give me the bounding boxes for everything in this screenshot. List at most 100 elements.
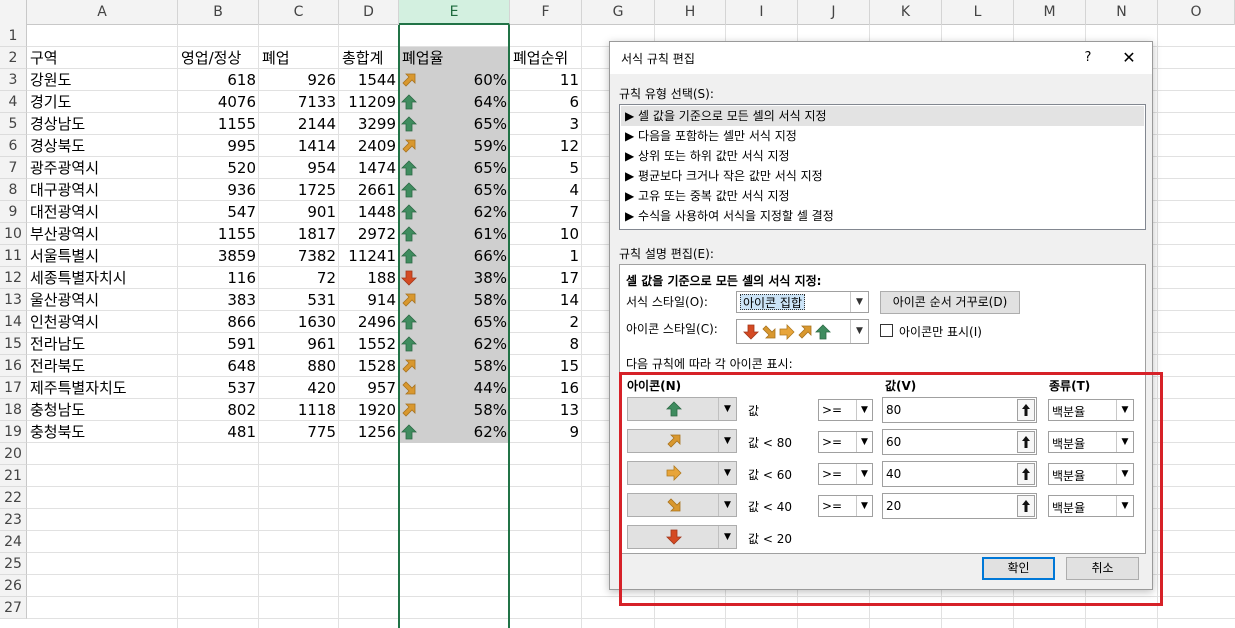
column-header-K[interactable]: K [870, 0, 942, 25]
region-cell[interactable]: 대전광역시 [27, 201, 178, 223]
column-header-J[interactable]: J [798, 0, 870, 25]
row-header-16[interactable]: 16 [0, 355, 27, 377]
closure-rank-cell[interactable]: 1 [510, 245, 582, 267]
closure-rank-cell[interactable]: 2 [510, 311, 582, 333]
open-count-cell[interactable]: 648 [178, 355, 259, 377]
region-cell[interactable]: 경상북도 [27, 135, 178, 157]
column-header-D[interactable]: D [339, 0, 399, 25]
total-cell[interactable]: 11209 [339, 91, 399, 113]
row-header-9[interactable]: 9 [0, 201, 27, 223]
icon-only-checkbox[interactable] [880, 324, 893, 337]
row-header-3[interactable]: 3 [0, 69, 27, 91]
column-header-I[interactable]: I [726, 0, 798, 25]
total-cell[interactable]: 2496 [339, 311, 399, 333]
total-cell[interactable]: 11241 [339, 245, 399, 267]
rule-type-item[interactable]: ▶ 평균보다 크거나 작은 값만 서식 지정 [621, 166, 1144, 186]
total-cell[interactable]: 2972 [339, 223, 399, 245]
open-count-cell[interactable]: 802 [178, 399, 259, 421]
total-cell[interactable]: 1448 [339, 201, 399, 223]
closed-count-cell[interactable]: 775 [259, 421, 339, 443]
row-header-8[interactable]: 8 [0, 179, 27, 201]
row-header-26[interactable]: 26 [0, 575, 27, 597]
region-cell[interactable]: 충청남도 [27, 399, 178, 421]
total-cell[interactable]: 1920 [339, 399, 399, 421]
column-header-G[interactable]: G [582, 0, 655, 25]
open-count-cell[interactable]: 866 [178, 311, 259, 333]
header-cell[interactable]: 영업/정상 [178, 47, 259, 69]
region-cell[interactable]: 대구광역시 [27, 179, 178, 201]
total-cell[interactable]: 3299 [339, 113, 399, 135]
region-cell[interactable]: 전라남도 [27, 333, 178, 355]
closure-rank-cell[interactable]: 4 [510, 179, 582, 201]
row-header-11[interactable]: 11 [0, 245, 27, 267]
open-count-cell[interactable]: 591 [178, 333, 259, 355]
closure-rank-cell[interactable]: 3 [510, 113, 582, 135]
closed-count-cell[interactable]: 7133 [259, 91, 339, 113]
region-cell[interactable]: 부산광역시 [27, 223, 178, 245]
column-header-B[interactable]: B [178, 0, 259, 25]
rule-type-item[interactable]: ▶ 상위 또는 하위 값만 서식 지정 [621, 146, 1144, 166]
open-count-cell[interactable]: 481 [178, 421, 259, 443]
closed-count-cell[interactable]: 1725 [259, 179, 339, 201]
column-header-A[interactable]: A [27, 0, 178, 25]
header-cell[interactable]: 폐업순위 [510, 47, 582, 69]
region-cell[interactable]: 광주광역시 [27, 157, 178, 179]
select-all-corner[interactable] [0, 0, 27, 25]
open-count-cell[interactable]: 537 [178, 377, 259, 399]
open-count-cell[interactable]: 3859 [178, 245, 259, 267]
open-count-cell[interactable]: 1155 [178, 223, 259, 245]
closed-count-cell[interactable]: 954 [259, 157, 339, 179]
open-count-cell[interactable]: 520 [178, 157, 259, 179]
close-button[interactable]: ✕ [1115, 45, 1143, 71]
column-header-N[interactable]: N [1086, 0, 1158, 25]
total-cell[interactable]: 2661 [339, 179, 399, 201]
closed-count-cell[interactable]: 901 [259, 201, 339, 223]
row-header-4[interactable]: 4 [0, 91, 27, 113]
region-cell[interactable]: 서울특별시 [27, 245, 178, 267]
open-count-cell[interactable]: 383 [178, 289, 259, 311]
region-cell[interactable]: 세종특별자치시 [27, 267, 178, 289]
closure-rank-cell[interactable]: 12 [510, 135, 582, 157]
rule-type-item[interactable]: ▶ 수식을 사용하여 서식을 지정할 셀 결정 [621, 206, 1144, 226]
rule-type-listbox[interactable]: ▶ 셀 값을 기준으로 모든 셀의 서식 지정 ▶ 다음을 포함하는 셀만 서식 … [619, 104, 1146, 230]
region-cell[interactable]: 충청북도 [27, 421, 178, 443]
open-count-cell[interactable]: 116 [178, 267, 259, 289]
row-header-23[interactable]: 23 [0, 509, 27, 531]
region-cell[interactable]: 경상남도 [27, 113, 178, 135]
open-count-cell[interactable]: 936 [178, 179, 259, 201]
row-header-19[interactable]: 19 [0, 421, 27, 443]
total-cell[interactable]: 914 [339, 289, 399, 311]
region-cell[interactable]: 제주특별자치도 [27, 377, 178, 399]
row-header-22[interactable]: 22 [0, 487, 27, 509]
closure-rank-cell[interactable]: 11 [510, 69, 582, 91]
row-header-1[interactable]: 1 [0, 25, 27, 47]
row-header-25[interactable]: 25 [0, 553, 27, 575]
total-cell[interactable]: 957 [339, 377, 399, 399]
closed-count-cell[interactable]: 420 [259, 377, 339, 399]
region-cell[interactable]: 울산광역시 [27, 289, 178, 311]
total-cell[interactable]: 1474 [339, 157, 399, 179]
closure-rank-cell[interactable]: 15 [510, 355, 582, 377]
open-count-cell[interactable]: 547 [178, 201, 259, 223]
column-header-H[interactable]: H [655, 0, 726, 25]
closure-rank-cell[interactable]: 13 [510, 399, 582, 421]
header-cell[interactable]: 폐업 [259, 47, 339, 69]
row-header-21[interactable]: 21 [0, 465, 27, 487]
open-count-cell[interactable]: 618 [178, 69, 259, 91]
open-count-cell[interactable]: 4076 [178, 91, 259, 113]
closure-rank-cell[interactable]: 5 [510, 157, 582, 179]
closed-count-cell[interactable]: 926 [259, 69, 339, 91]
closed-count-cell[interactable]: 1817 [259, 223, 339, 245]
row-header-5[interactable]: 5 [0, 113, 27, 135]
row-header-27[interactable]: 27 [0, 597, 27, 619]
reverse-icon-order-button[interactable]: 아이콘 순서 거꾸로(D) [880, 291, 1020, 314]
total-cell[interactable]: 188 [339, 267, 399, 289]
rule-type-item[interactable]: ▶ 셀 값을 기준으로 모든 셀의 서식 지정 [621, 106, 1144, 126]
rule-type-item[interactable]: ▶ 다음을 포함하는 셀만 서식 지정 [621, 126, 1144, 146]
header-cell[interactable]: 폐업율 [399, 47, 510, 69]
region-cell[interactable]: 인천광역시 [27, 311, 178, 333]
row-header-12[interactable]: 12 [0, 267, 27, 289]
closed-count-cell[interactable]: 1630 [259, 311, 339, 333]
closure-rank-cell[interactable]: 17 [510, 267, 582, 289]
column-header-M[interactable]: M [1014, 0, 1086, 25]
